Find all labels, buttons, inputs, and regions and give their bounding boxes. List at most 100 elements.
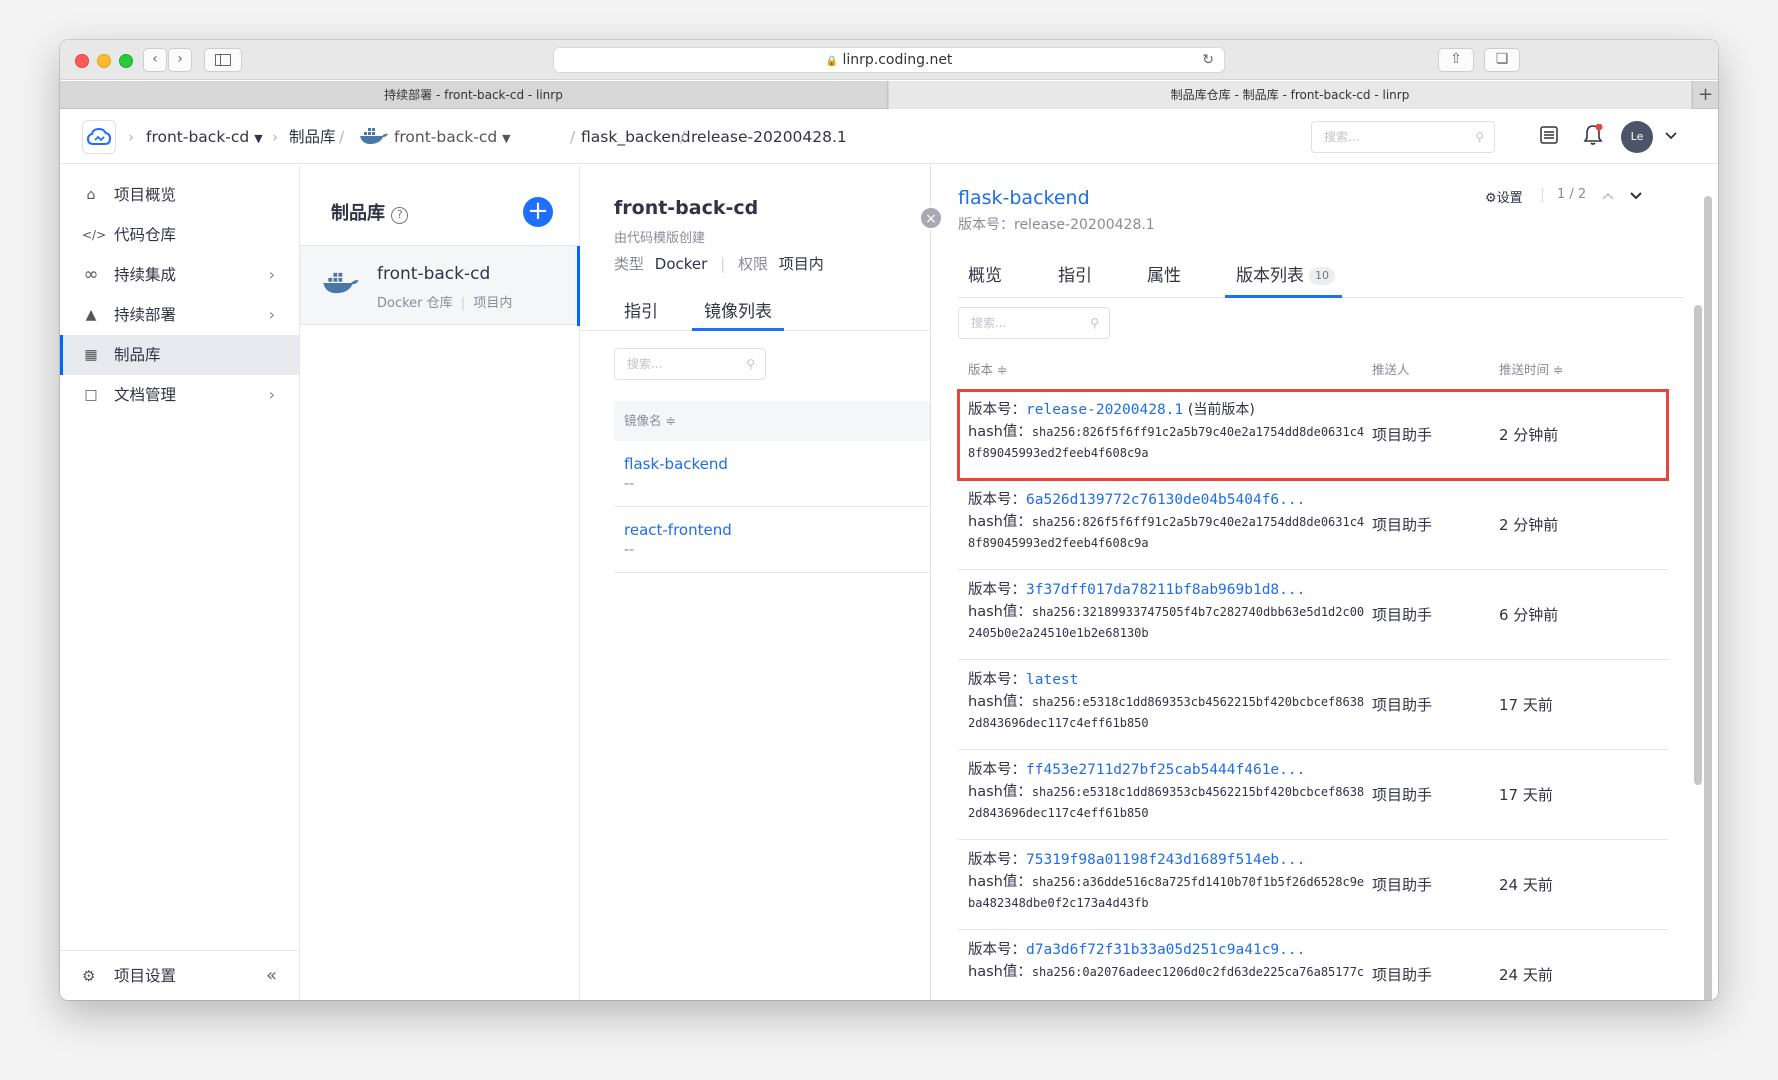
project-sidebar: ⌂ 项目概览 </> 代码仓库 ∞ 持续集成 › ▲ 持续部署 › ▦ 制品库 □ 文档管理 › … — [60, 165, 300, 1000]
collapse-sidebar-icon[interactable]: « — [266, 951, 277, 1000]
breadcrumb-artifacts[interactable]: 制品库 — [289, 110, 336, 164]
chevron-down-icon[interactable] — [1629, 187, 1643, 205]
image-list-item[interactable]: flask-backend -- — [614, 441, 930, 507]
browser-tab[interactable]: 持续部署 - front-back-cd - linrp — [60, 81, 888, 109]
pusher: 项目助手 — [1372, 426, 1433, 444]
tab-image-list[interactable]: 镜像列表 — [692, 295, 784, 331]
lock-icon: 🔒 — [825, 56, 838, 67]
repository-item[interactable]: front-back-cd Docker 仓库 | 项目内 — [300, 245, 580, 326]
version-link[interactable]: 3f37dff017da78211bf8ab969b1d8... — [1026, 582, 1305, 598]
sidebar-item-docs[interactable]: □ 文档管理 › — [60, 375, 299, 415]
scrollbar-thumb[interactable] — [1694, 305, 1702, 785]
repository-name: front-back-cd — [377, 264, 491, 284]
breadcrumb-project[interactable]: front-back-cd ▼ — [146, 110, 263, 164]
version-link[interactable]: d7a3d6f72f31b33a05d251c9a41c9... — [1026, 942, 1305, 958]
forward-icon[interactable]: › — [168, 48, 192, 72]
address-bar[interactable]: 🔒 linrp.coding.net ↻ — [553, 47, 1225, 73]
repository-detail-title: front-back-cd — [614, 197, 759, 219]
image-name-link[interactable]: react-frontend — [624, 520, 930, 540]
version-row[interactable]: 版本号：ff453e2711d27bf25cab5444f461e... has… — [958, 750, 1668, 840]
version-search-input[interactable]: 搜索... ⚲ — [958, 307, 1110, 339]
chevron-up-icon[interactable] — [1601, 187, 1615, 205]
caret-down-icon: ▼ — [254, 132, 263, 145]
version-column-header[interactable]: 版本 ≑ — [968, 350, 1007, 390]
sidebar-item-code[interactable]: </> 代码仓库 — [60, 215, 299, 255]
image-list-item[interactable]: react-frontend -- — [614, 507, 930, 573]
sidebar-item-overview[interactable]: ⌂ 项目概览 — [60, 175, 299, 215]
bell-icon[interactable] — [1583, 123, 1603, 150]
home-icon: ⌂ — [86, 187, 96, 203]
push-time: 17 天前 — [1499, 696, 1553, 714]
hash-value: sha256:0a2076adeec1206d0c2fd63de225ca76a… — [1031, 965, 1365, 979]
chevron-down-icon[interactable] — [1664, 127, 1678, 145]
version-row[interactable]: 版本号：d7a3d6f72f31b33a05d251c9a41c9... has… — [958, 930, 1668, 1000]
sidebar-project-settings[interactable]: ⚙ 项目设置 « — [60, 950, 299, 1000]
list-icon[interactable] — [1540, 126, 1558, 148]
tab-guide[interactable]: 指引 — [1058, 258, 1092, 298]
pusher: 项目助手 — [1372, 516, 1433, 534]
version-row-current[interactable]: 版本号：release-20200428.1 (当前版本) hash值：sha2… — [957, 389, 1669, 481]
minimize-window-button[interactable] — [97, 54, 111, 68]
hash-value-cont: 8f89045993ed2feeb4f608c9a — [968, 446, 1149, 460]
sidebar-toggle-icon[interactable] — [204, 48, 242, 72]
version-link[interactable]: latest — [1026, 672, 1078, 688]
version-link[interactable]: 75319f98a01198f243d1689f514eb... — [1026, 852, 1305, 868]
reload-icon[interactable]: ↻ — [1202, 48, 1214, 72]
tab-version-list[interactable]: 版本列表 10 — [1225, 258, 1342, 298]
page-scrollbar[interactable] — [1704, 196, 1712, 1000]
back-icon[interactable]: ‹ — [143, 48, 167, 72]
repository-detail: front-back-cd 由代码模版创建 类型 Docker | 权限 项目内… — [580, 165, 930, 1000]
tab-overview[interactable]: 概览 — [968, 258, 1002, 298]
image-name-column-header[interactable]: 镜像名 ≑ — [614, 401, 930, 441]
search-icon: ⚲ — [746, 357, 755, 371]
browser-tab-active[interactable]: 制品库仓库 - 制品库 - front-back-cd - linrp — [889, 81, 1691, 109]
current-version-tag: (当前版本) — [1187, 402, 1255, 418]
panel-scrollbar[interactable] — [1694, 305, 1702, 1000]
add-repository-button[interactable]: + — [523, 197, 553, 227]
settings-button[interactable]: ⚙设置 — [1485, 187, 1523, 206]
breadcrumb-repo[interactable]: front-back-cd ▼ — [359, 110, 511, 164]
hash-value-cont: 2405b0e2a24510e1b2e68130b — [968, 626, 1149, 640]
version-count-badge: 10 — [1309, 267, 1335, 285]
tab-guide[interactable]: 指引 — [624, 295, 658, 331]
gear-icon: ⚙ — [82, 967, 96, 985]
push-time: 6 分钟前 — [1499, 606, 1559, 624]
code-icon: </> — [82, 228, 107, 242]
pusher: 项目助手 — [1372, 606, 1433, 624]
version-row[interactable]: 版本号：latest hash值：sha256:e5318c1dd869353c… — [958, 660, 1668, 750]
tab-properties[interactable]: 属性 — [1147, 258, 1181, 298]
breadcrumb-chevron-icon: › — [128, 128, 135, 146]
coding-logo-icon[interactable] — [82, 120, 116, 154]
close-window-button[interactable] — [75, 54, 89, 68]
global-search-input[interactable]: 搜索... ⚲ — [1311, 121, 1495, 153]
hash-value-cont: ba482348dbe0f2c173a4d43fb — [968, 896, 1149, 910]
image-description: -- — [624, 476, 635, 492]
help-icon[interactable]: ? — [391, 207, 409, 224]
share-icon[interactable]: ⇧ — [1438, 48, 1474, 72]
chevron-right-icon: › — [268, 265, 275, 284]
image-search-input[interactable]: 搜索... ⚲ — [614, 348, 766, 380]
sidebar-item-ci[interactable]: ∞ 持续集成 › — [60, 255, 299, 295]
hash-value-cont: 8f89045993ed2feeb4f608c9a — [968, 536, 1149, 550]
infinity-icon: ∞ — [83, 264, 99, 285]
push-time: 24 天前 — [1499, 876, 1553, 894]
sidebar-item-cd[interactable]: ▲ 持续部署 › — [60, 295, 299, 335]
breadcrumb-image[interactable]: flask_backend — [581, 110, 691, 164]
sidebar-item-artifacts[interactable]: ▦ 制品库 — [60, 335, 299, 375]
avatar[interactable]: Le — [1621, 121, 1653, 153]
close-panel-button[interactable]: × — [919, 206, 943, 230]
time-column-header[interactable]: 推送时间 ≑ — [1499, 350, 1563, 390]
maximize-window-button[interactable] — [119, 54, 133, 68]
repository-properties: 类型 Docker | 权限 项目内 — [614, 255, 824, 273]
new-tab-icon[interactable]: + — [1692, 81, 1718, 109]
pager: 1 / 2 — [1557, 187, 1587, 202]
version-row[interactable]: 版本号：75319f98a01198f243d1689f514eb... has… — [958, 840, 1668, 930]
version-link[interactable]: ff453e2711d27bf25cab5444f461e... — [1026, 762, 1305, 778]
version-row[interactable]: 版本号：3f37dff017da78211bf8ab969b1d8... has… — [958, 570, 1668, 660]
image-name-link[interactable]: flask-backend — [624, 454, 930, 474]
version-link[interactable]: release-20200428.1 — [1026, 402, 1183, 418]
version-link[interactable]: 6a526d139772c76130de04b5404f6... — [1026, 492, 1305, 508]
tabs-overview-icon[interactable]: ❏ — [1484, 48, 1520, 72]
version-row[interactable]: 版本号：6a526d139772c76130de04b5404f6... has… — [958, 480, 1668, 570]
panel-tabs: 概览 指引 属性 版本列表 10 — [958, 258, 1684, 298]
